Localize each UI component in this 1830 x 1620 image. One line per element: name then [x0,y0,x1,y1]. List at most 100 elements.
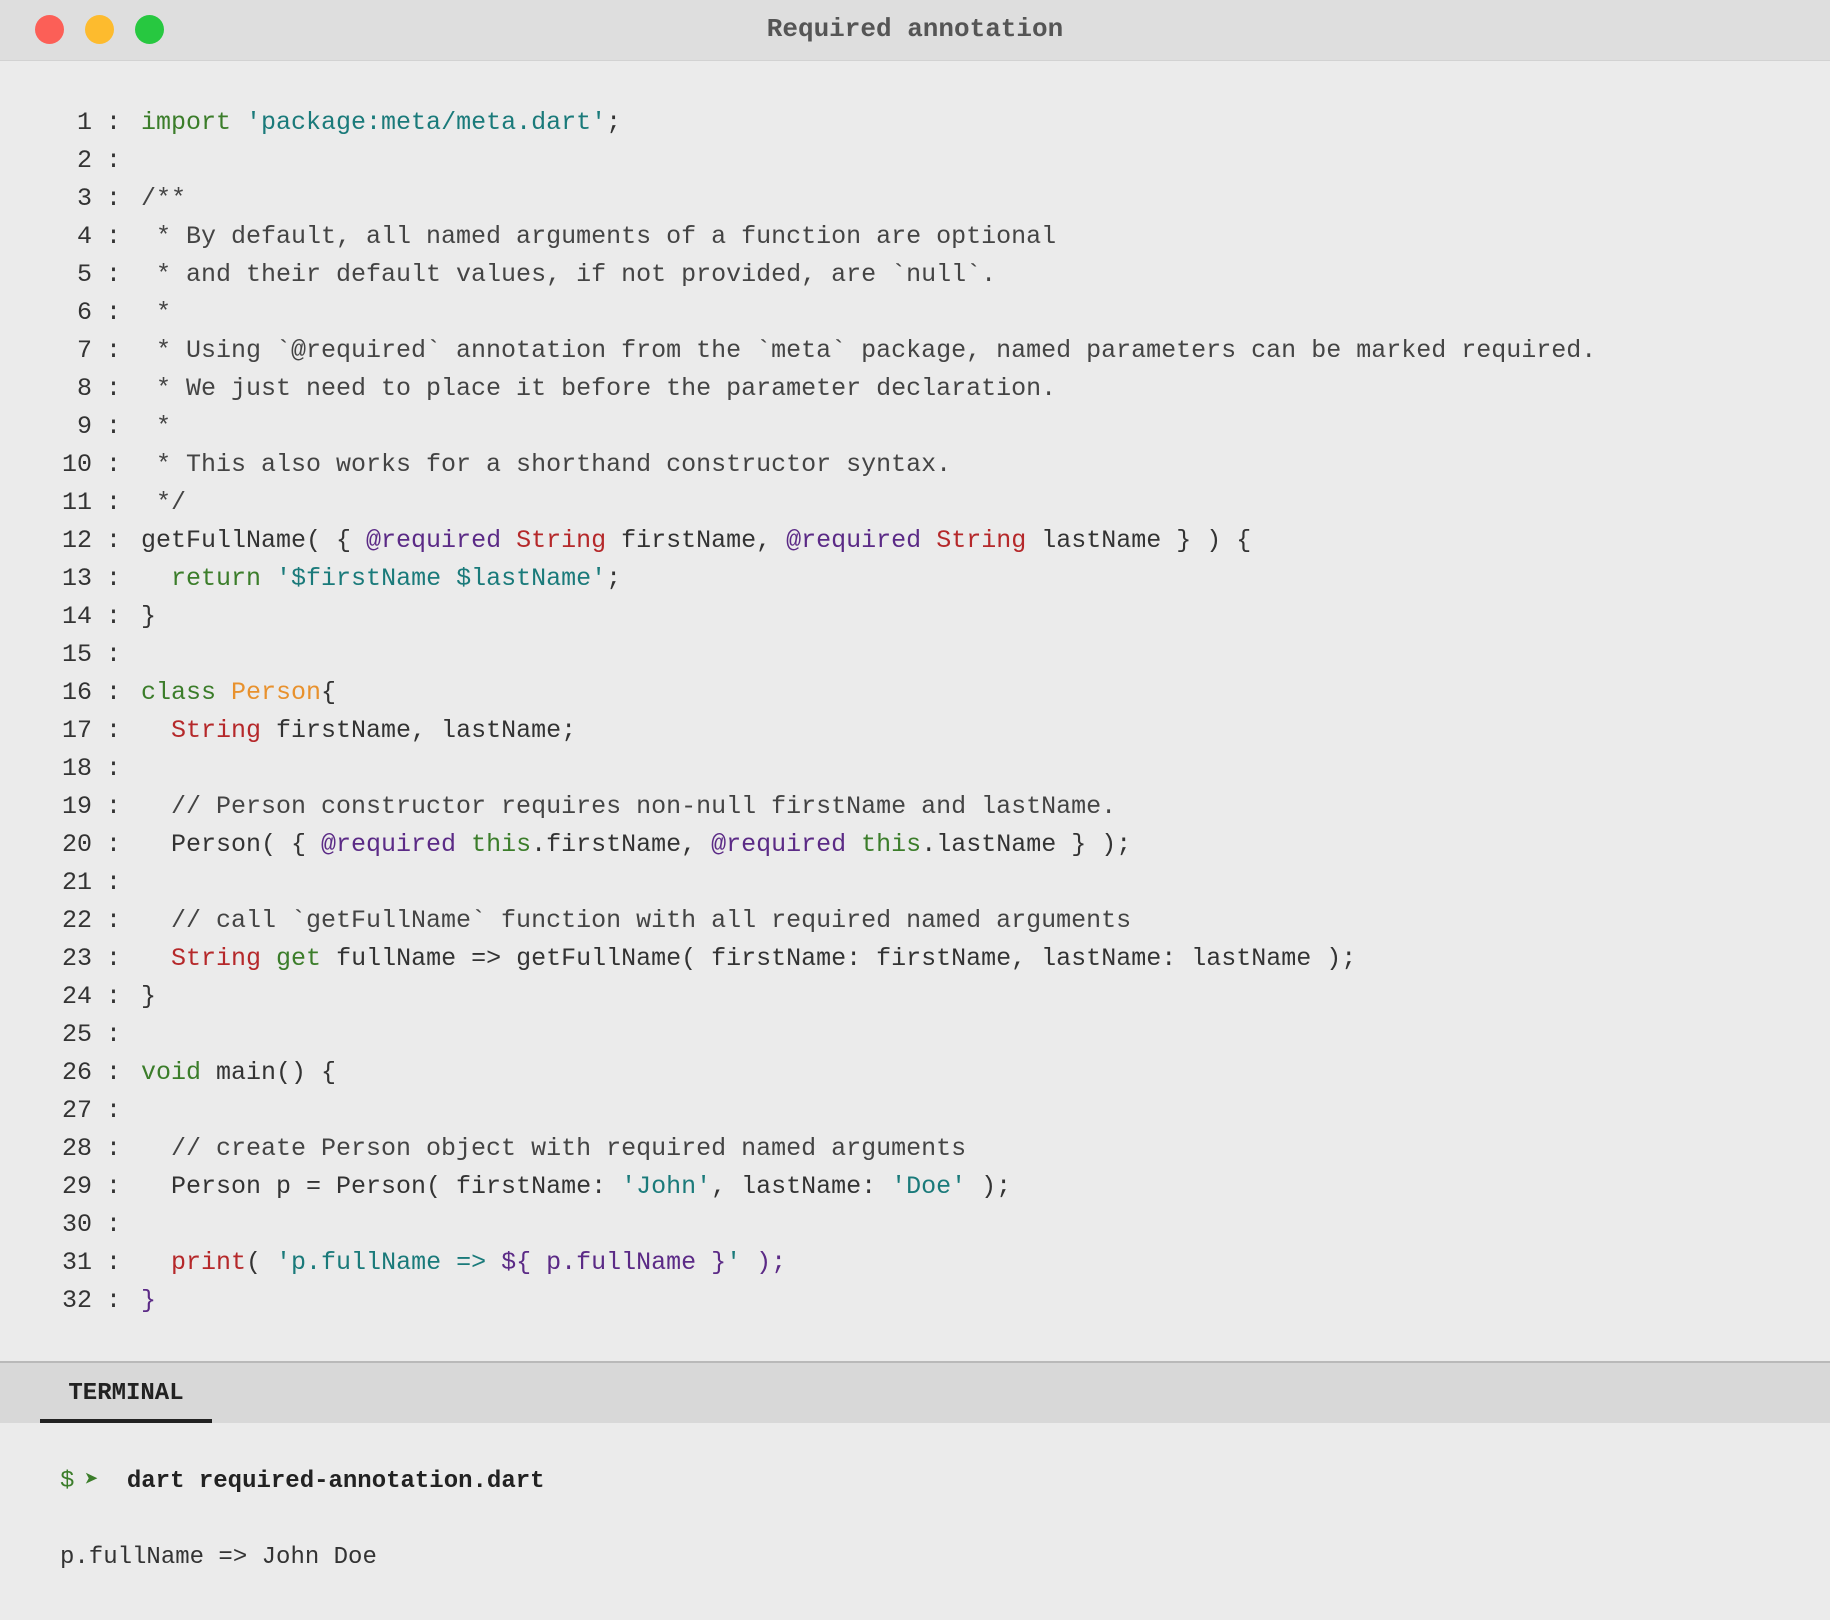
code-token: // create Person object with required na… [141,1134,967,1163]
code-token: this [861,830,922,859]
line-number: 18 [61,754,92,783]
code-line: 15: [0,636,1830,674]
code-token: 'package:meta/meta.dart' [246,108,607,137]
code-token: this [471,830,532,859]
code-line: 10: * This also works for a shorthand co… [0,446,1830,484]
line-separator: : [106,374,122,403]
code-token: firstName, lastName; [261,716,577,745]
line-number: 6 [76,298,92,327]
line-number: 12 [61,526,92,555]
code-token: ${ p.fullName } [501,1248,727,1277]
line-code: * and their default values, if not provi… [141,256,996,294]
line-number: 16 [61,678,92,707]
terminal-panel[interactable]: $ ➤ dart required-annotation.dart p.fullNa… [0,1423,1830,1620]
line-code: * We just need to place it before the pa… [141,370,1056,408]
code-token: fullName => getFullName( firstName: firs… [321,944,1357,973]
line-number: 8 [76,374,92,403]
terminal-prompt: $ ➤ dart required-annotation.dart [60,1463,545,1501]
line-separator: : [106,108,122,137]
code-line: 8: * We just need to place it before the… [0,370,1830,408]
code-line: 24:} [0,978,1830,1016]
code-line: 3: /** [0,180,1830,218]
code-editor[interactable]: 1: import 'package:meta/meta.dart'; 2:3:/*… [0,104,1830,1320]
line-number: 1 [76,108,92,137]
window-title: Required annotation [766,14,1064,44]
code-line: 26: void main() { [0,1054,1830,1092]
line-code: return '$firstName $lastName'; [141,560,621,598]
code-line: 17: String firstName, lastName; [0,712,1830,750]
code-token: return [171,564,277,593]
line-number: 14 [61,602,92,631]
code-line: 21: [0,864,1830,902]
line-separator: : [106,298,122,327]
code-token: @required [321,830,457,859]
code-line: 28: // create Person object with require… [0,1130,1830,1168]
code-line: 23: String get fullName => getFullName( … [0,940,1830,978]
code-line: 32:} [0,1282,1830,1320]
code-token: import [141,108,247,137]
line-separator: : [106,640,122,669]
code-token: String [936,526,1027,555]
line-number: 25 [61,1020,92,1049]
line-code: } [141,598,156,636]
line-separator: : [106,1096,122,1125]
line-separator: : [106,1210,122,1239]
code-token: String [516,526,607,555]
code-line: 2: [0,142,1830,180]
line-number: 27 [61,1096,92,1125]
code-line: 25: [0,1016,1830,1054]
line-separator: : [106,982,122,1011]
code-line: 16: class Person{ [0,674,1830,712]
line-number: 26 [61,1058,92,1087]
code-token: get [276,944,322,973]
tab-terminal[interactable]: TERMINAL [40,1363,212,1423]
line-code: // create Person object with required na… [141,1130,966,1168]
code-line: 18: [0,750,1830,788]
code-token: void [141,1058,202,1087]
line-separator: : [106,184,122,213]
code-line: 1: import 'package:meta/meta.dart'; [0,104,1830,142]
code-token: .lastName } ); [921,830,1132,859]
code-token: ' [726,1248,742,1277]
line-separator: : [106,336,122,365]
code-token: ; [606,108,622,137]
line-code: Person p = Person( firstName: 'John', la… [141,1168,1011,1206]
line-number: 31 [61,1248,92,1277]
code-token: .firstName, [531,830,712,859]
line-separator: : [106,602,122,631]
line-number: 13 [61,564,92,593]
line-code: Person( { @required this.firstName, @req… [141,826,1131,864]
line-code: String get fullName => getFullName( firs… [141,940,1356,978]
code-token: , lastName: [711,1172,892,1201]
prompt-arrow-icon: ➤ [84,1468,99,1495]
line-separator: : [106,1248,122,1277]
line-code: void main() { [141,1054,336,1092]
terminal-command: dart required-annotation.dart [126,1468,545,1495]
code-token: 'Doe' [891,1172,967,1201]
line-code: } [141,1282,156,1320]
code-token: main() { [201,1058,337,1087]
line-code: * [141,294,171,332]
code-token: * Using `@required` annotation from the … [141,336,1597,365]
code-token: '$firstName $lastName' [276,564,607,593]
code-token: @required [366,526,502,555]
line-code: */ [141,484,186,522]
line-separator: : [106,1058,122,1087]
code-token: /** [141,184,187,213]
code-token: Person [231,678,322,707]
code-line: 12: getFullName( { @required String first… [0,522,1830,560]
line-number: 7 [76,336,92,365]
line-number: 28 [61,1134,92,1163]
line-number: 30 [61,1210,92,1239]
line-separator: : [106,146,122,175]
line-number: 24 [61,982,92,1011]
line-separator: : [106,260,122,289]
code-token: * [141,412,172,441]
line-separator: : [106,792,122,821]
line-separator: : [106,830,122,859]
line-code: /** [141,180,186,218]
